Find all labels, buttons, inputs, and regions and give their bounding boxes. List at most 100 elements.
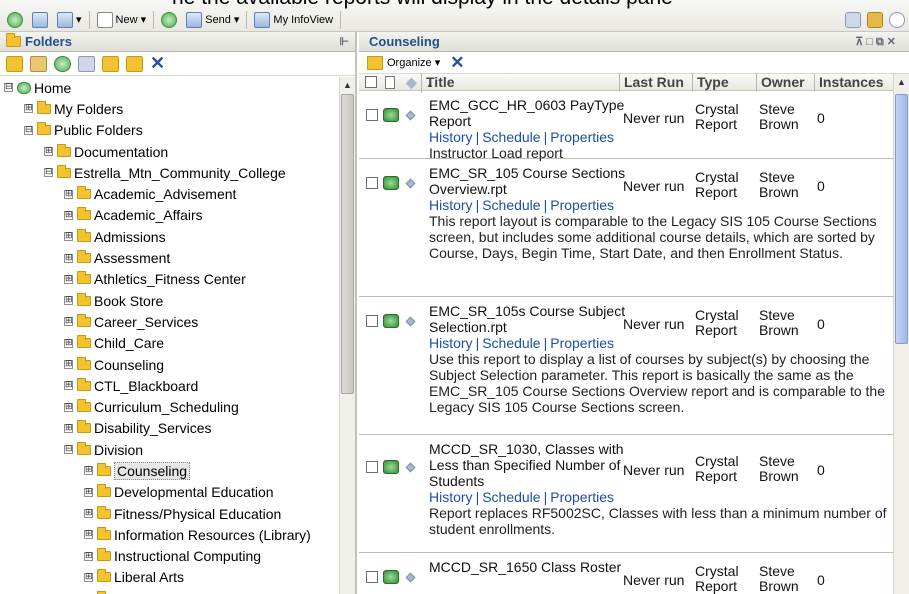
tree-item[interactable]: ⊞ Instructional Computing (0, 546, 339, 567)
instances-column-header[interactable]: Instances (814, 74, 884, 91)
collapse-icon[interactable]: ⊟ (44, 168, 53, 178)
details-scrollbar[interactable]: ▲ (893, 74, 909, 594)
report-checkbox[interactable] (366, 461, 378, 473)
tree-item[interactable]: ⊞ Curriculum_Scheduling (0, 396, 339, 417)
scroll-thumb[interactable] (341, 94, 354, 394)
tree-item[interactable]: ⊟ Division (0, 439, 339, 460)
tree-item[interactable]: ⊞ Child_Care (0, 333, 339, 354)
flag-icon[interactable] (405, 110, 416, 121)
pin-icon[interactable]: ⊩ (339, 35, 349, 48)
collapse-icon[interactable]: ⊟ (64, 445, 73, 455)
refresh-button[interactable] (4, 10, 29, 30)
select-all-checkbox[interactable] (365, 76, 377, 88)
delete-icon[interactable]: ✕ (150, 53, 165, 74)
owner-column-header[interactable]: Owner (756, 74, 805, 91)
report-row[interactable]: EMC_GCC_HR_0603 PayType Report Never run C… (359, 91, 893, 161)
new-button[interactable]: New ▾ (94, 10, 150, 30)
tree-item[interactable]: ⊞ Counseling (0, 460, 339, 481)
help-icon[interactable] (889, 11, 905, 28)
tree-item[interactable]: ⊟ Public Folders (0, 120, 339, 141)
tree-item[interactable]: ⊞ Academic_Advisement (0, 183, 339, 204)
tree-item[interactable]: ⊞ Academic_Affairs (0, 205, 339, 226)
expand-icon[interactable]: ⊞ (44, 147, 53, 157)
report-row[interactable]: MCCD_SR_1650 Class Roster Never run Crysta… (359, 553, 893, 594)
report-title-link[interactable]: EMC_SR_105s Course Subject Selection.rpt (429, 303, 629, 335)
expand-icon[interactable]: ⊞ (84, 466, 93, 476)
expand-icon[interactable]: ⊞ (64, 338, 73, 348)
history-link[interactable]: History (429, 489, 473, 505)
lock-icon[interactable] (867, 11, 883, 28)
scroll-up-icon[interactable]: ▲ (340, 77, 355, 93)
tree-item[interactable]: ⊞ Assessment (0, 247, 339, 268)
history-link[interactable]: History (429, 335, 473, 351)
expand-icon[interactable]: ⊞ (84, 530, 93, 540)
tree-item[interactable]: ⊞ CTL_Blackboard (0, 375, 339, 396)
expand-icon[interactable]: ⊞ (64, 423, 73, 433)
collapse-icon[interactable]: ⊟ (24, 125, 33, 135)
last-run-column-header[interactable]: Last Run (619, 74, 684, 91)
tree-item[interactable]: ⊞ Career_Services (0, 311, 339, 332)
run-button[interactable] (158, 10, 183, 30)
tree-item[interactable]: ⊞ Information Resources (Library) (0, 524, 339, 545)
folder-view-icon[interactable] (6, 55, 23, 72)
tree-item[interactable]: ⊞ Counseling (0, 354, 339, 375)
new-folder-icon[interactable] (126, 55, 143, 72)
tree-item[interactable]: ⊟ Estrella_Mtn_Community_College (0, 162, 339, 183)
categories-icon[interactable] (30, 55, 47, 72)
expand-icon[interactable]: ⊞ (64, 360, 73, 369)
delete-icon[interactable]: ✕ (450, 53, 464, 73)
send-button[interactable]: Send ▾ (183, 10, 242, 30)
properties-link[interactable]: Properties (550, 197, 614, 213)
report-checkbox[interactable] (366, 571, 378, 583)
tree-item[interactable]: ⊞ Developmental Education (0, 482, 339, 503)
tree-item[interactable]: ⊞ Book Store (0, 290, 339, 311)
my-infoview-button[interactable]: My InfoView (251, 10, 336, 30)
schedule-link[interactable]: Schedule (482, 335, 540, 351)
report-row[interactable]: MCCD_SR_1030, Classes with Less than Spe… (359, 435, 893, 553)
toggle-folders-button[interactable] (29, 10, 54, 30)
scroll-up-icon[interactable]: ▲ (894, 74, 909, 90)
expand-icon[interactable]: ⊞ (84, 487, 93, 497)
tree-item[interactable]: ⊞ My Folders (0, 98, 339, 119)
properties-link[interactable]: Properties (550, 129, 614, 145)
expand-icon[interactable]: ⊞ (64, 253, 73, 263)
window-controls[interactable]: ⊼□⧉✕ (855, 35, 899, 49)
flag-icon[interactable] (405, 572, 416, 583)
expand-icon[interactable]: ⊞ (64, 274, 73, 284)
report-row[interactable]: EMC_SR_105 Course Sections Overview.rpt N… (359, 159, 893, 297)
tree-item[interactable]: ⊞ Fitness/Physical Education (0, 503, 339, 524)
preferences-icon[interactable] (845, 11, 861, 28)
report-checkbox[interactable] (366, 177, 378, 189)
collapse-icon[interactable]: ⊟ (4, 83, 13, 93)
report-checkbox[interactable] (366, 109, 378, 121)
organize-button[interactable]: Organize ▾ (387, 56, 440, 69)
tree-item[interactable]: ⊞Nursing (0, 588, 339, 594)
expand-icon[interactable]: ⊞ (64, 296, 73, 306)
report-row[interactable]: EMC_SR_105s Course Subject Selection.rpt… (359, 297, 893, 435)
history-link[interactable]: History (429, 197, 473, 213)
folder-scrollbar[interactable]: ▲ (339, 77, 355, 594)
expand-icon[interactable]: ⊞ (64, 232, 73, 242)
properties-link[interactable]: Properties (550, 489, 614, 505)
expand-icon[interactable]: ⊞ (84, 572, 93, 582)
schedule-link[interactable]: Schedule (482, 489, 540, 505)
tree-item[interactable]: ⊞ Liberal Arts (0, 567, 339, 588)
tree-item[interactable]: ⊟ Home (0, 77, 339, 98)
report-title-link[interactable]: MCCD_SR_1030, Classes with Less than Spe… (429, 441, 629, 489)
view-menu-button[interactable]: ▾ (54, 10, 85, 30)
schedule-link[interactable]: Schedule (482, 129, 540, 145)
report-title-link[interactable]: EMC_GCC_HR_0603 PayType Report (429, 97, 629, 129)
report-title-link[interactable]: EMC_SR_105 Course Sections Overview.rpt (429, 165, 629, 197)
report-checkbox[interactable] (366, 315, 378, 327)
properties-link[interactable]: Properties (550, 335, 614, 351)
refresh-icon[interactable] (54, 55, 71, 72)
expand-icon[interactable]: ⊞ (24, 104, 33, 114)
flag-icon[interactable] (405, 316, 416, 327)
schedule-link[interactable]: Schedule (482, 197, 540, 213)
expand-icon[interactable]: ⊞ (64, 189, 73, 199)
tree-item[interactable]: ⊞ Disability_Services (0, 418, 339, 439)
flag-icon[interactable] (405, 462, 416, 473)
tree-item[interactable]: ⊞ Athletics_Fitness Center (0, 269, 339, 290)
tree-item[interactable]: ⊞ Documentation (0, 141, 339, 162)
expand-icon[interactable]: ⊞ (64, 317, 73, 327)
